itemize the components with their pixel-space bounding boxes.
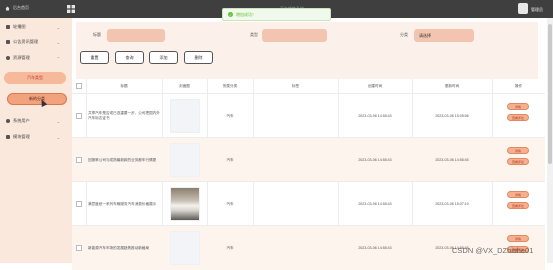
type-select[interactable]: 请选择 (414, 29, 474, 42)
row-category: 汽车 (226, 157, 234, 162)
row-checkbox[interactable] (75, 94, 83, 138)
row-title: 满意度统一系列车辆服务汽车消费价格展示 (88, 201, 157, 206)
row-checkbox[interactable] (75, 182, 83, 226)
sidebar-subitem-label: 汽车类型 (27, 75, 43, 80)
row-category: 汽车 (226, 245, 234, 250)
category-input[interactable] (262, 29, 327, 42)
sidebar-item-carousel[interactable]: 轮播图 ⌄ (0, 22, 72, 32)
home-icon (5, 6, 10, 10)
detail-button[interactable]: 详情 (507, 147, 529, 154)
header-created: 创建时间 (367, 83, 383, 88)
row-created: 2023-03-06 14:55:43 (358, 246, 392, 250)
toast-message: 增加成功！ (236, 11, 256, 17)
chevron-down-icon: ⌄ (56, 118, 60, 124)
data-table: 标题 封面图 所属分类 标签 创建时间 更新时间 操作 共享汽车是否或已选重要一… (72, 79, 545, 270)
row-title: 回报率公司与成熟最新款的业务都车行情更 (88, 157, 157, 162)
header-actions: 操作 (514, 83, 523, 88)
menu-grid-icon[interactable] (67, 5, 75, 13)
chevron-down-icon: ⌄ (56, 39, 60, 45)
notice-icon (6, 40, 10, 44)
sidebar-item-modules[interactable]: 模块管理 ⌄ (0, 132, 72, 142)
type-label: 分类 (400, 32, 408, 37)
header-tags: 标签 (291, 83, 300, 88)
detail-button[interactable]: 详情 (507, 235, 529, 242)
title-label: 标题 (93, 32, 101, 37)
type-select-value: 请选择 (419, 33, 431, 38)
car-photo (169, 187, 200, 221)
row-category: 汽车 (226, 201, 234, 206)
view-comments-button[interactable]: 查看评论 (507, 114, 529, 121)
chevron-down-icon: ⌄ (56, 24, 60, 30)
watermark: CSDN @VX_DZbishe01 (452, 246, 534, 255)
image-icon (6, 25, 10, 29)
row-cover (162, 138, 207, 182)
chevron-up-icon: ⌃ (56, 55, 60, 61)
chevron-down-icon: ⌄ (56, 134, 60, 140)
row-title: 新能源汽车市场的发展趋势推动新格局 (88, 245, 150, 250)
success-toast: ✓ 增加成功！ (222, 8, 331, 21)
sidebar: 轮播图 ⌄ 公告资讯管理 ⌄ 资源管理 ⌃ 汽车类型 新的分类 系统用户 ⌄ 模… (0, 18, 72, 263)
table-row: 共享汽车是否或已选重要一步，公司把国内外汽车标志证书 汽车 2023-03-06… (72, 93, 545, 138)
detail-button[interactable]: 详情 (507, 103, 529, 110)
avatar[interactable] (518, 3, 528, 14)
row-cover (162, 226, 207, 270)
header-category: 所属分类 (222, 83, 238, 88)
row-checkbox[interactable] (75, 138, 83, 182)
check-icon: ✓ (228, 12, 233, 17)
select-all-checkbox[interactable] (75, 79, 83, 93)
delete-button[interactable]: 删除 (184, 51, 213, 64)
sidebar-item-users[interactable]: 系统用户 ⌄ (0, 116, 72, 126)
view-comments-button[interactable]: 查看评论 (507, 158, 529, 165)
sidebar-item-label: 轮播图 (13, 24, 26, 29)
view-comments-button[interactable]: 查看评论 (507, 202, 529, 209)
header-cover: 封面图 (179, 83, 190, 88)
module-icon (6, 135, 10, 139)
row-updated: 2023-03-06 14:55:45 (435, 158, 469, 162)
row-created: 2023-03-06 14:55:43 (358, 158, 392, 162)
detail-button[interactable]: 详情 (507, 191, 529, 198)
sidebar-item-label: 资源管理 (13, 55, 30, 60)
row-created: 2023-03-06 14:55:43 (358, 114, 392, 118)
table-row: 满意度统一系列车辆服务汽车消费价格展示 汽车 2023-03-06 14:55:… (72, 181, 545, 226)
title-input[interactable] (107, 29, 165, 42)
cover-image (169, 143, 200, 177)
row-created: 2023-03-06 14:55:43 (358, 202, 392, 206)
header-updated: 更新时间 (444, 83, 460, 88)
query-button[interactable]: 查询 (115, 51, 144, 64)
category-label: 类型 (250, 32, 258, 37)
sidebar-subitem-new-category[interactable]: 新的分类 (7, 93, 67, 105)
sidebar-item-notice[interactable]: 公告资讯管理 ⌄ (0, 37, 72, 47)
row-cover (162, 94, 207, 138)
add-button[interactable]: 添加 (149, 51, 178, 64)
row-updated: 2023-03-06 15:05:56 (435, 114, 469, 118)
home-label[interactable]: 后台首页 (13, 5, 29, 11)
row-cover (162, 182, 207, 226)
username[interactable]: 管理员 (531, 7, 543, 13)
row-updated: 2023-03-06 15:07:19 (435, 202, 469, 206)
header-title: 标题 (120, 83, 128, 88)
cover-image (169, 99, 200, 133)
cover-image (169, 231, 200, 265)
location-icon (6, 56, 10, 60)
row-title: 共享汽车是否或已选重要一步，公司把国内外汽车标志证书 (88, 111, 160, 120)
sidebar-item-label: 系统用户 (13, 118, 30, 123)
reset-button[interactable]: 重置 (80, 51, 109, 64)
home-link[interactable]: 后台首页 (5, 5, 29, 11)
scrollbar-thumb[interactable] (548, 24, 552, 164)
user-icon (6, 119, 10, 123)
row-checkbox[interactable] (75, 226, 83, 270)
sidebar-subitem-car-type[interactable]: 汽车类型 (4, 72, 66, 84)
sidebar-item-label: 模块管理 (13, 134, 30, 139)
table-row: 回报率公司与成熟最新款的业务都车行情更 汽车 2023-03-06 14:55:… (72, 137, 545, 182)
row-category: 汽车 (226, 113, 234, 118)
sidebar-item-resources[interactable]: 资源管理 ⌃ (0, 53, 72, 63)
sidebar-item-label: 公告资讯管理 (13, 39, 39, 44)
